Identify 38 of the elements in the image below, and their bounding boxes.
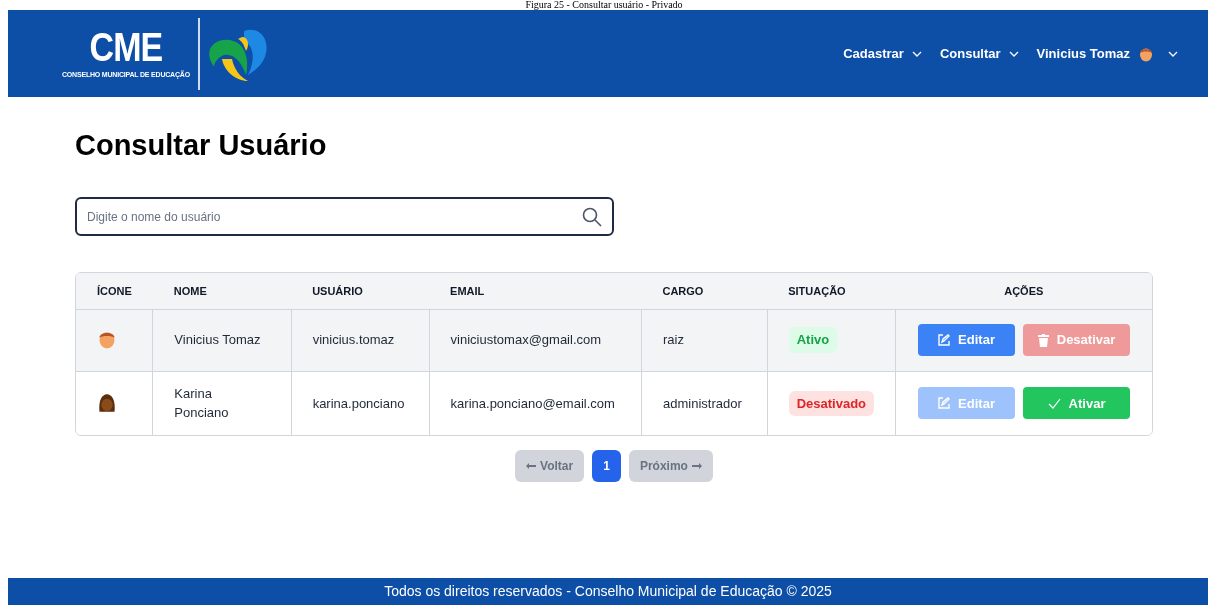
table-cell: karina.ponciano@email.com — [450, 395, 615, 411]
search-field[interactable]: Digite o nome do usuário — [75, 197, 614, 236]
table-cell: administrador — [662, 395, 742, 411]
checkmark-icon — [1047, 397, 1061, 409]
footer-text: Todos os direitos reservados - Conselho Municipal de Educação © 2025 — [384, 582, 832, 601]
activate-button[interactable]: Ativar — [1023, 387, 1131, 420]
table-cell: vinicius.tomaz — [312, 332, 395, 348]
nav-menu[interactable]: Cadastrar — [843, 43, 922, 64]
edit-icon — [938, 334, 951, 346]
status-label: Ativo — [788, 327, 838, 353]
user-menu[interactable]: Vinicius Tomaz — [1036, 43, 1178, 64]
table-cell-text: Vinicius Tomaz — [174, 331, 262, 350]
arrow-left-icon — [526, 463, 537, 469]
trash-icon — [1037, 333, 1049, 347]
table-cell: viniciustomax@gmail.com — [450, 332, 602, 348]
avatar-icon — [97, 329, 117, 350]
table-cell-text: Karina Ponciano — [174, 384, 230, 423]
arrow-right-icon — [691, 463, 702, 469]
page-title: Consultar Usuário — [75, 128, 328, 163]
status-label: Desativado — [788, 390, 875, 416]
column-header: ÍCONE — [97, 284, 132, 297]
column-header: CARGO — [662, 284, 704, 297]
column-header: NOME — [173, 284, 207, 297]
column-header: USUÁRIO — [312, 284, 363, 297]
document-caption: Figura 25 - Consultar usuário - Privado — [525, 0, 683, 10]
edit-button[interactable]: Editar — [918, 324, 1016, 356]
column-header: SITUAÇÃO — [788, 284, 846, 297]
table-cell: raiz — [662, 332, 684, 348]
column-header: EMAIL — [450, 284, 485, 297]
column-header: AÇÕES — [1004, 284, 1044, 297]
avatar-icon — [97, 392, 117, 413]
search-icon[interactable] — [582, 206, 602, 227]
edit-icon — [938, 397, 951, 410]
page-button[interactable]: 1 — [592, 450, 621, 482]
search-input[interactable]: Digite o nome do usuário — [87, 199, 582, 234]
logo-acronym: CME — [89, 27, 163, 67]
table-cell: karina.ponciano — [312, 395, 405, 411]
nav-menu[interactable]: Consultar — [939, 43, 1019, 64]
